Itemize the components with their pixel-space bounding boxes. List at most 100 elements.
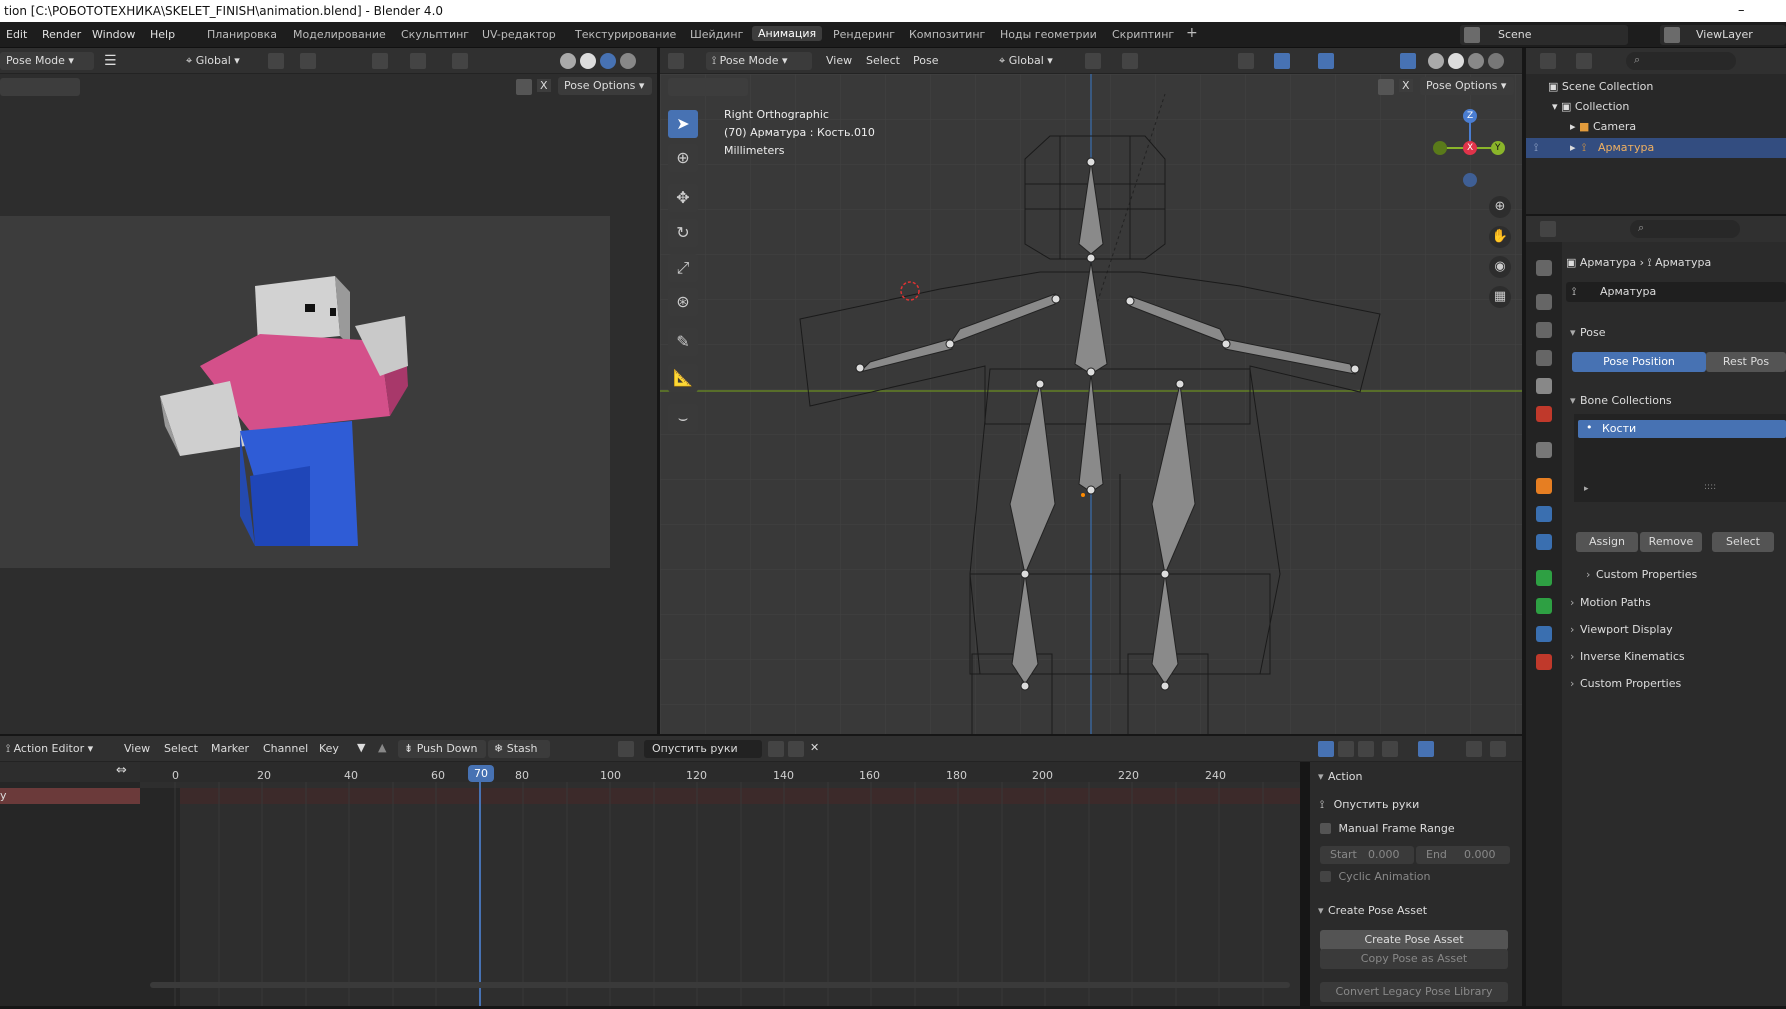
scene-tab-icon[interactable] <box>1536 378 1552 394</box>
main-viewport[interactable]: Right Orthographic (70) Арматура : Кость… <box>660 74 1522 734</box>
keyframe-down-icon[interactable]: ▼ <box>357 741 365 754</box>
left-close-button[interactable]: X <box>537 79 551 92</box>
camera-view-icon[interactable]: ◉ <box>1489 256 1511 278</box>
list-expand-icon[interactable]: ▸ <box>1584 484 1589 494</box>
collection-row[interactable]: ▾ ▣ Collection <box>1552 100 1629 113</box>
hidden-toggle-icon[interactable] <box>1338 741 1354 757</box>
move-tool[interactable]: ✥ <box>668 184 698 212</box>
main-pin-icon[interactable] <box>1378 79 1394 95</box>
main-select-mode-buttons[interactable] <box>668 78 748 96</box>
tab-geometry-nodes[interactable]: Ноды геометрии <box>1000 28 1097 41</box>
unlink-action-icon[interactable]: ✕ <box>810 741 819 754</box>
main-solid-icon[interactable] <box>1448 53 1464 69</box>
main-orientation-dropdown[interactable]: ⌖ Global ▾ <box>993 52 1073 70</box>
action-panel-header[interactable]: ▾ Action <box>1318 770 1362 783</box>
solid-shading-icon[interactable] <box>580 53 596 69</box>
viewport-display-section[interactable]: › Viewport Display <box>1570 623 1673 636</box>
action-menu-key[interactable]: Key <box>319 742 339 755</box>
main-snap-icon[interactable] <box>1122 53 1138 69</box>
bone-collection-custom-props[interactable]: › Custom Properties <box>1586 568 1697 581</box>
tool-tab-icon[interactable] <box>1536 260 1552 276</box>
action-menu-select[interactable]: Select <box>164 742 198 755</box>
proportional-icon[interactable] <box>1466 741 1482 757</box>
bone-collections-section[interactable]: ▾ Bone Collections <box>1570 394 1672 407</box>
pan-hand-icon[interactable]: ✋ <box>1489 226 1511 248</box>
output-tab-icon[interactable] <box>1536 322 1552 338</box>
action-menu-channel[interactable]: Channel <box>263 742 308 755</box>
convert-legacy-button[interactable]: Convert Legacy Pose Library <box>1320 982 1508 1002</box>
outliner-search[interactable]: ⌕ <box>1626 52 1736 70</box>
left-orientation-dropdown[interactable]: ⌖ Global ▾ <box>180 52 260 70</box>
create-pose-asset-button[interactable]: Create Pose Asset <box>1320 930 1508 950</box>
filter-icon[interactable] <box>1382 741 1398 757</box>
channel-row[interactable]: y <box>0 788 140 804</box>
material-shading-icon[interactable] <box>600 53 616 69</box>
curve-icon[interactable] <box>1490 741 1506 757</box>
pose-asset-panel-header[interactable]: ▾ Create Pose Asset <box>1318 904 1427 917</box>
errors-warning-icon[interactable] <box>1358 741 1374 757</box>
only-selected-icon[interactable] <box>1318 741 1334 757</box>
measure-tool[interactable]: 📐 <box>668 364 698 392</box>
inverse-kinematics-section[interactable]: › Inverse Kinematics <box>1570 650 1685 663</box>
bone-collection-item[interactable]: • Кости <box>1578 420 1786 438</box>
custom-properties-section[interactable]: › Custom Properties <box>1570 677 1681 690</box>
zoom-icon[interactable]: ⊕ <box>1489 196 1511 218</box>
motion-paths-section[interactable]: › Motion Paths <box>1570 596 1651 609</box>
menu-edit[interactable]: Edit <box>6 28 27 41</box>
display-mode-icon[interactable] <box>1576 53 1592 69</box>
pivot-icon[interactable] <box>268 53 284 69</box>
snapping-icon[interactable] <box>1418 741 1434 757</box>
visibility-icon[interactable] <box>372 53 388 69</box>
keyframe-up-icon[interactable]: ▲ <box>378 741 386 754</box>
wireframe-shading-icon[interactable] <box>560 53 576 69</box>
main-gizmo-icon[interactable] <box>1274 53 1290 69</box>
remove-button[interactable]: Remove <box>1640 532 1702 552</box>
main-material-icon[interactable] <box>1468 53 1484 69</box>
view-layer-selector[interactable]: ViewLayer <box>1660 25 1786 45</box>
pose-position-button[interactable]: Pose Position <box>1572 352 1706 372</box>
list-resize-handle[interactable]: :::: <box>1704 482 1716 492</box>
add-workspace-button[interactable]: + <box>1186 25 1198 41</box>
world-tab-icon[interactable] <box>1536 406 1552 422</box>
properties-type-icon[interactable] <box>1540 221 1556 237</box>
expand-icon[interactable]: ▸ <box>1570 141 1576 154</box>
new-action-icon[interactable] <box>788 741 804 757</box>
tab-animation[interactable]: Анимация <box>752 26 823 41</box>
ortho-grid-icon[interactable]: ▦ <box>1489 286 1511 308</box>
main-mode-dropdown[interactable]: ⟟ Pose Mode ▾ <box>706 52 812 70</box>
scale-tool[interactable]: ⤢ <box>668 254 698 282</box>
tab-uv-editing[interactable]: UV-редактор <box>482 28 556 41</box>
action-menu-marker[interactable]: Marker <box>211 742 249 755</box>
cyclic-checkbox[interactable]: Cyclic Animation <box>1320 870 1430 883</box>
pin-icon[interactable] <box>516 79 532 95</box>
tab-compositing[interactable]: Композитинг <box>909 28 985 41</box>
minimize-button[interactable]: – <box>1738 0 1745 22</box>
current-frame-indicator[interactable]: 70 <box>468 765 494 782</box>
main-rendered-icon[interactable] <box>1488 53 1504 69</box>
copy-pose-asset-button[interactable]: Copy Pose as Asset <box>1320 949 1508 969</box>
main-close-button[interactable]: X <box>1399 79 1413 92</box>
left-viewport[interactable]: X Pose Options ▾ <box>0 74 657 734</box>
swap-icon[interactable]: ⇔ <box>116 763 127 778</box>
main-pivot-icon[interactable] <box>1085 53 1101 69</box>
view-layer-tab-icon[interactable] <box>1536 350 1552 366</box>
manual-range-checkbox[interactable]: Manual Frame Range <box>1320 822 1455 835</box>
snap-icon[interactable] <box>300 53 316 69</box>
push-down-button[interactable]: ⇟ Push Down <box>398 740 486 758</box>
menu-help[interactable]: Help <box>150 28 175 41</box>
rotate-tool[interactable]: ↻ <box>668 219 698 247</box>
xray-icon[interactable] <box>1400 53 1416 69</box>
texture-tab-icon[interactable] <box>1536 654 1552 670</box>
main-wireframe-icon[interactable] <box>1428 53 1444 69</box>
armature-data-field[interactable]: ⟟ Арматура <box>1566 282 1786 302</box>
editor-type-icon[interactable] <box>668 53 684 69</box>
left-pose-options[interactable]: Pose Options ▾ <box>558 77 652 95</box>
action-browse-icon[interactable] <box>618 741 634 757</box>
cursor-tool[interactable]: ⊕ <box>668 144 698 172</box>
render-tab-icon[interactable] <box>1536 294 1552 310</box>
annotate-tool[interactable]: ✎ <box>668 328 698 356</box>
overlay-icon[interactable] <box>452 53 468 69</box>
tab-rendering[interactable]: Рендеринг <box>833 28 895 41</box>
fake-user-shield-icon[interactable] <box>768 741 784 757</box>
menu-render[interactable]: Render <box>42 28 81 41</box>
